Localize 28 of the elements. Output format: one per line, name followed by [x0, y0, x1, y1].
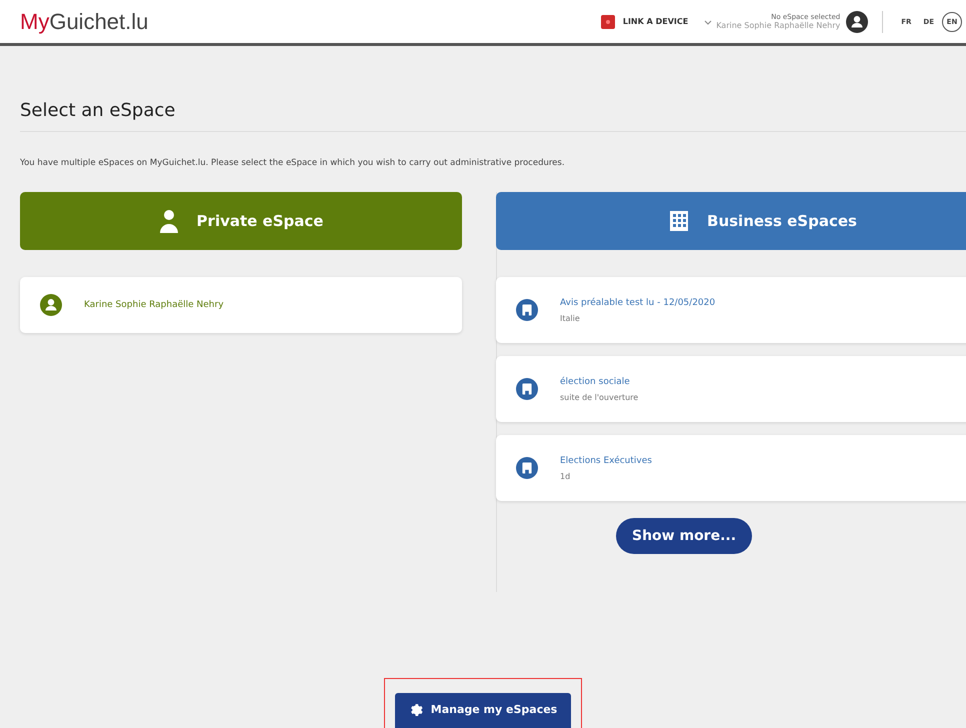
business-detail: 1d: [560, 472, 572, 480]
manage-espaces-button[interactable]: Manage my eSpaces: [394, 693, 572, 728]
device-icon: [600, 14, 615, 28]
business-detail: Italie: [560, 314, 581, 322]
gear-icon: [408, 702, 423, 716]
building-icon: [516, 457, 538, 479]
business-espace-card[interactable]: élection sociale suite de l'ouverture: [496, 356, 966, 422]
page-title: Select an eSpace: [20, 100, 966, 132]
building-icon: [516, 378, 538, 400]
business-name: élection sociale: [560, 376, 631, 386]
private-espace-card[interactable]: Karine Sophie Raphaëlle Nehry: [20, 277, 462, 333]
avatar-icon[interactable]: [846, 10, 868, 32]
caret-icon[interactable]: [704, 18, 712, 26]
building-icon: [669, 209, 690, 233]
business-espace-card[interactable]: Avis préalable test lu - 12/05/2020 Italie: [496, 277, 966, 343]
person-icon: [40, 294, 62, 316]
business-detail: suite de l'ouverture: [560, 392, 638, 402]
link-device-link[interactable]: LINK A DEVICE: [600, 14, 688, 28]
private-espace-heading: Private eSpace: [196, 212, 324, 230]
person-icon: [158, 209, 179, 233]
intro-text: You have multiple eSpaces on MyGuichet.lu. Please select the eSpace in which you wish to carry out administrative procedures.: [20, 158, 566, 168]
business-name: Elections Exécutives: [560, 456, 652, 466]
business-espaces-heading: Business eSpaces: [707, 212, 857, 230]
business-espace-card[interactable]: Elections Exécutives 1d: [496, 435, 966, 501]
building-icon: [516, 299, 538, 321]
business-name: Avis préalable test lu - 12/05/2020: [560, 298, 716, 308]
logo[interactable]: MyGuichet.lu: [20, 8, 601, 34]
show-more-button[interactable]: Show more...: [616, 518, 752, 554]
